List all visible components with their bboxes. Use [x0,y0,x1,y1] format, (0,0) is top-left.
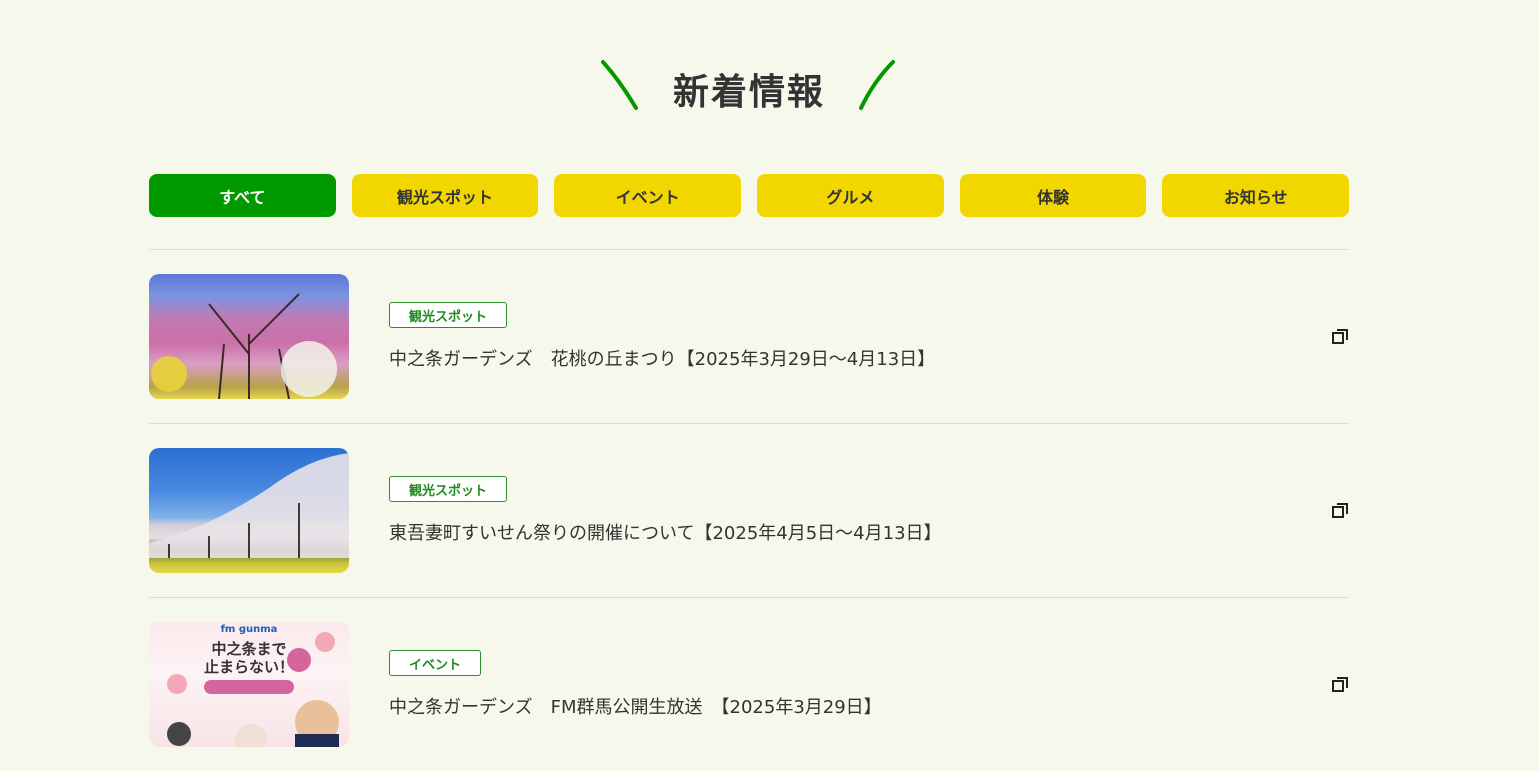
news-title[interactable]: 中之条ガーデンズ 花桃の丘まつり【2025年3月29日〜4月13日】 [389,345,935,371]
category-badge: 観光スポット [389,302,508,328]
external-link-icon[interactable] [1331,676,1349,694]
category-badge: 観光スポット [389,476,508,502]
tab-all[interactable]: すべて [149,174,336,217]
news-thumbnail[interactable]: fm gunma 中之条まで 止まらない！ [149,622,349,747]
blossom-photo [151,293,337,399]
section-header: 新着情報 [0,55,1539,115]
external-link-icon[interactable] [1331,502,1349,520]
tab-event[interactable]: イベント [554,174,742,217]
news-item[interactable]: 観光スポット 東吾妻町すいせん祭りの開催について【2025年4月5日〜4月13日… [149,423,1349,597]
tab-experience[interactable]: 体験 [959,174,1147,217]
news-item[interactable]: fm gunma 中之条まで 止まらない！ イベント 中之条ガーデンズ FM群馬… [149,597,1349,771]
news-list: 観光スポット 中之条ガーデンズ 花桃の丘まつり【2025年3月29日〜4月13日… [149,249,1349,771]
news-thumbnail[interactable] [149,274,349,399]
right-accent-stroke [859,60,895,110]
news-title[interactable]: 中之条ガーデンズ FM群馬公開生放送 【2025年3月29日】 [389,693,882,719]
external-link-icon[interactable] [1331,328,1349,346]
page-title: 新着情報 [672,72,825,113]
news-thumbnail[interactable] [149,448,349,573]
news-item[interactable]: 観光スポット 中之条ガーデンズ 花桃の丘まつり【2025年3月29日〜4月13日… [149,249,1349,423]
sakura-row-photo [149,453,349,558]
tab-sightseeing[interactable]: 観光スポット [351,174,539,217]
news-title[interactable]: 東吾妻町すいせん祭りの開催について【2025年4月5日〜4月13日】 [389,519,942,545]
tab-gourmet[interactable]: グルメ [757,174,944,217]
category-badge: イベント [389,650,482,676]
category-filter-tabs: すべて 観光スポット イベント グルメ 体験 お知らせ [149,174,1350,217]
poster-graphics [167,632,339,747]
tab-notice[interactable]: お知らせ [1162,174,1350,217]
